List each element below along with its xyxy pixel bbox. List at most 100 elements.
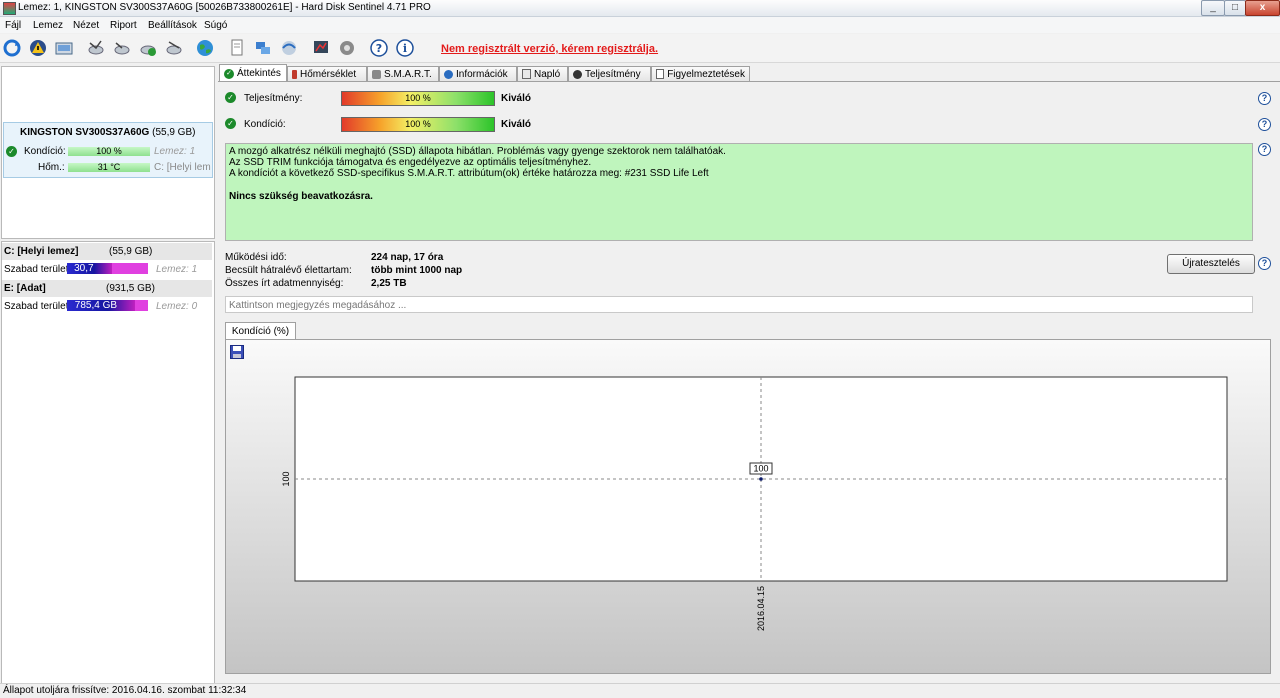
menu-help[interactable]: Súgó — [204, 20, 227, 31]
condition-bar: 100 % — [68, 147, 150, 156]
document-icon[interactable] — [227, 38, 247, 58]
temperature-partition: C: [Helyi lemez] — [154, 162, 211, 173]
disk-name: KINGSTON SV300S37A60G (55,9 GB) — [20, 127, 196, 138]
chart-area: 100 100 2016.04.15 — [225, 339, 1271, 674]
alerts-icon — [656, 69, 665, 79]
temperature-label: Hőm.: — [38, 162, 65, 173]
disk-info-icon[interactable] — [54, 38, 74, 58]
free-space-label: Szabad terület — [4, 264, 69, 275]
partition-size: (55,9 GB) — [109, 246, 153, 257]
disk-tools-icon[interactable] — [164, 38, 184, 58]
free-space-bar-e: 785,4 GB — [67, 300, 148, 311]
tab-temperature[interactable]: Hőmérséklet — [287, 66, 367, 81]
disk-test2-icon[interactable] — [112, 38, 132, 58]
svg-text:?: ? — [376, 42, 382, 55]
info-icon[interactable]: i — [395, 38, 415, 58]
tab-information[interactable]: Információk — [439, 66, 517, 81]
disk-icon — [372, 69, 381, 79]
temperature-bar: 31 °C — [68, 163, 150, 172]
condition-ok-icon: ✓ — [225, 118, 236, 129]
network2-icon[interactable] — [279, 38, 299, 58]
title-bar: Lemez: 1, KINGSTON SV300S37A60G [50026B7… — [0, 0, 1280, 17]
partition-header-c[interactable]: C: [Helyi lemez] (55,9 GB) — [2, 243, 212, 260]
gear-icon[interactable] — [337, 38, 357, 58]
data-label: 100 — [753, 464, 768, 474]
status-bar: Állapot utoljára frissítve: 2016.04.16. … — [0, 683, 1280, 697]
svg-text:i: i — [403, 42, 407, 55]
uptime-value: 224 nap, 17 óra — [371, 252, 444, 263]
menu-bar: Fájl Lemez Nézet Riport Beállítások Súgó — [0, 17, 1280, 33]
minimize-button[interactable]: _ — [1201, 0, 1225, 16]
report-icon[interactable] — [311, 38, 331, 58]
condition-rating: Kiváló — [501, 119, 532, 130]
menu-view[interactable]: Nézet — [73, 20, 99, 31]
window-title: Lemez: 1, KINGSTON SV300S37A60G [50026B7… — [18, 2, 431, 13]
help-icon[interactable]: ? — [369, 38, 389, 58]
info-icon — [444, 69, 453, 79]
maximize-button[interactable]: □ — [1224, 0, 1246, 16]
tab-smart[interactable]: S.M.A.R.T. — [367, 66, 439, 81]
log-icon — [522, 69, 531, 79]
speedometer-icon — [573, 69, 582, 79]
performance-bar: 100 % — [341, 91, 495, 106]
lifetime-value: több mint 1000 nap — [371, 265, 463, 276]
app-icon — [3, 2, 16, 15]
info-line: A mozgó alkatrész nélküli meghajtó (SSD)… — [229, 146, 726, 157]
data-point — [759, 477, 763, 481]
written-label: Összes írt adatmennyiség: — [225, 278, 344, 289]
help-icon[interactable]: ? — [1258, 92, 1271, 105]
free-space-label: Szabad terület — [4, 301, 69, 312]
disk-test-icon[interactable] — [86, 38, 106, 58]
disk-size: (55,9 GB) — [152, 127, 196, 138]
tab-overview[interactable]: ✓ Áttekintés — [219, 64, 287, 82]
free-space-value: 30,7 GB — [67, 263, 112, 285]
lifetime-label: Becsült hátralévő élettartam: — [225, 265, 352, 276]
condition-disk: Lemez: 1 — [154, 146, 196, 157]
register-link[interactable]: Nem regisztrált verzió, kérem regisztrál… — [441, 43, 658, 55]
partition-disk: Lemez: 1 — [156, 264, 198, 275]
disk-ok-icon[interactable] — [138, 38, 158, 58]
performance-rating: Kiváló — [501, 93, 532, 104]
tab-alerts[interactable]: Figyelmeztetések — [651, 66, 750, 81]
check-icon: ✓ — [224, 68, 234, 79]
help-icon[interactable]: ? — [1258, 143, 1271, 156]
disk-item-kingston[interactable]: KINGSTON SV300S37A60G (55,9 GB) ✓ Kondíc… — [3, 122, 213, 178]
condition-bar: 100 % — [341, 117, 495, 132]
network-icon[interactable] — [253, 38, 273, 58]
note-input[interactable]: Kattintson megjegyzés megadásához ... — [225, 296, 1253, 313]
condition-label: Kondíció: — [244, 119, 286, 130]
menu-disk[interactable]: Lemez — [33, 20, 63, 31]
partition-name: C: [Helyi lemez] — [4, 246, 79, 257]
tab-performance[interactable]: Teljesítmény — [568, 66, 651, 81]
free-space-bar-c: 30,7 GB — [67, 263, 148, 285]
condition-label: Kondíció: — [24, 146, 66, 157]
x-tick-label: 2016.04.15 — [756, 586, 766, 631]
globe-icon[interactable] — [195, 38, 215, 58]
tab-log[interactable]: Napló — [517, 66, 568, 81]
help-icon[interactable]: ? — [1258, 257, 1271, 270]
menu-report[interactable]: Riport — [110, 20, 137, 31]
help-icon[interactable]: ? — [1258, 118, 1271, 131]
info-line: Az SSD TRIM funkciója támogatva és enged… — [229, 157, 592, 168]
info-line: A kondíciót a következő SSD-specifikus S… — [229, 168, 709, 179]
menu-file[interactable]: Fájl — [5, 20, 21, 31]
written-value: 2,25 TB — [371, 278, 407, 289]
refresh-icon[interactable] — [2, 38, 22, 58]
y-tick-label: 100 — [281, 471, 291, 486]
close-button[interactable]: x — [1245, 0, 1280, 16]
condition-chart: 100 100 2016.04.15 — [281, 376, 1228, 631]
partition-size: (931,5 GB) — [106, 283, 155, 294]
performance-ok-icon: ✓ — [225, 92, 236, 103]
warning-icon[interactable] — [28, 38, 48, 58]
menu-settings[interactable]: Beállítások — [148, 20, 197, 31]
uptime-label: Működési idő: — [225, 252, 287, 263]
status-info-box: A mozgó alkatrész nélküli meghajtó (SSD)… — [225, 143, 1253, 241]
free-space-value: 785,4 GB — [67, 300, 136, 311]
retest-button[interactable]: Újratesztelés — [1167, 254, 1255, 274]
partition-name: E: [Adat] — [4, 283, 46, 294]
partition-header-e[interactable]: E: [Adat] (931,5 GB) — [2, 280, 212, 297]
partition-disk: Lemez: 0 — [156, 301, 198, 312]
performance-label: Teljesítmény: — [244, 93, 303, 104]
status-ok-icon: ✓ — [6, 146, 17, 157]
thermometer-icon — [292, 69, 297, 79]
